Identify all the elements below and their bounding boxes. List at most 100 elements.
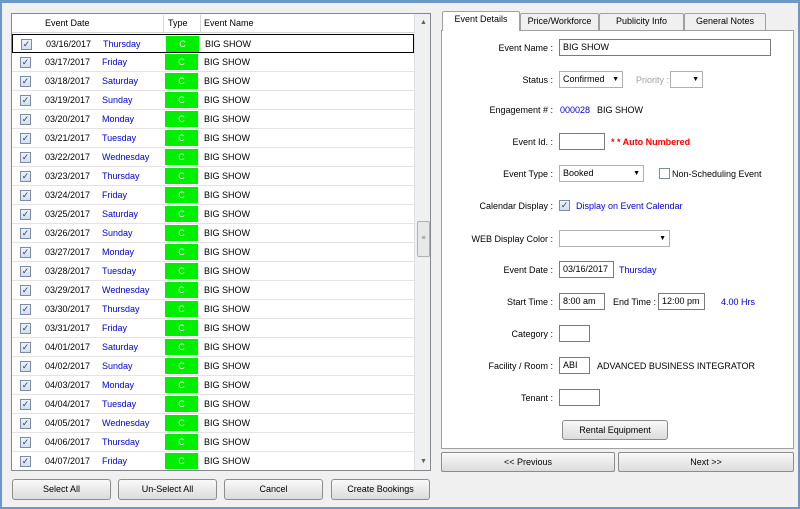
create-bookings-button[interactable]: Create Bookings	[331, 479, 430, 500]
table-row[interactable]: ✓ 04/05/2017 Wednesday C BIG SHOW	[12, 414, 414, 433]
header-type[interactable]: Type	[168, 18, 188, 28]
row-checkbox[interactable]: ✓	[20, 133, 31, 144]
table-row[interactable]: ✓ 04/04/2017 Tuesday C BIG SHOW	[12, 395, 414, 414]
row-event-name: BIG SHOW	[204, 133, 251, 143]
row-event-date: 03/26/2017	[45, 228, 91, 238]
row-event-day: Monday	[102, 247, 135, 257]
duration-hours: 4.00 Hrs	[721, 297, 756, 307]
event-date-field[interactable]: 03/16/2017	[559, 261, 614, 278]
row-checkbox[interactable]: ✓	[20, 95, 31, 106]
calendar-display-checkbox[interactable]: ✓	[559, 200, 570, 211]
row-checkbox[interactable]: ✓	[20, 418, 31, 429]
table-row[interactable]: ✓ 03/31/2017 Friday C BIG SHOW	[12, 319, 414, 338]
row-event-day: Sunday	[102, 228, 133, 238]
table-row[interactable]: ✓ 03/20/2017 Monday C BIG SHOW	[12, 110, 414, 129]
row-type-badge: C	[165, 149, 198, 165]
row-checkbox[interactable]: ✓	[20, 361, 31, 372]
row-checkbox[interactable]: ✓	[20, 437, 31, 448]
table-row[interactable]: ✓ 04/02/2017 Sunday C BIG SHOW	[12, 357, 414, 376]
start-time-field[interactable]: 8:00 am	[559, 293, 605, 310]
row-checkbox[interactable]: ✓	[20, 456, 31, 467]
row-checkbox[interactable]: ✓	[20, 57, 31, 68]
row-event-date: 04/02/2017	[45, 361, 91, 371]
header-event-name[interactable]: Event Name	[204, 18, 254, 28]
grid-scrollbar[interactable]: ▲ ≡ ▼	[414, 14, 430, 470]
table-row[interactable]: ✓ 03/23/2017 Thursday C BIG SHOW	[12, 167, 414, 186]
row-checkbox[interactable]: ✓	[20, 266, 31, 277]
table-row[interactable]: ✓ 04/03/2017 Monday C BIG SHOW	[12, 376, 414, 395]
row-checkbox[interactable]: ✓	[21, 39, 32, 50]
table-row[interactable]: ✓ 03/30/2017 Thursday C BIG SHOW	[12, 300, 414, 319]
table-row[interactable]: ✓ 03/29/2017 Wednesday C BIG SHOW	[12, 281, 414, 300]
facility-code-field[interactable]: ABI	[559, 357, 590, 374]
row-checkbox[interactable]: ✓	[20, 228, 31, 239]
table-row[interactable]: ✓ 03/27/2017 Monday C BIG SHOW	[12, 243, 414, 262]
select-all-button[interactable]: Select All	[12, 479, 111, 500]
row-checkbox[interactable]: ✓	[20, 399, 31, 410]
cancel-button[interactable]: Cancel	[224, 479, 323, 500]
row-checkbox[interactable]: ✓	[20, 285, 31, 296]
tab-event-details[interactable]: Event Details	[442, 11, 520, 31]
web-color-label: WEB Display Color :	[471, 234, 553, 244]
event-id-field[interactable]	[559, 133, 605, 150]
row-event-name: BIG SHOW	[204, 399, 251, 409]
engagement-number[interactable]: 000028	[560, 105, 590, 115]
table-row[interactable]: ✓ 03/19/2017 Sunday C BIG SHOW	[12, 91, 414, 110]
events-grid[interactable]: Event Date Type Event Name ✓ 03/16/2017 Th…	[11, 13, 431, 471]
web-color-select[interactable]: ▼	[559, 230, 670, 247]
rental-equipment-button[interactable]: Rental Equipment	[562, 420, 668, 440]
table-row[interactable]: ✓ 03/16/2017 Thursday C BIG SHOW	[12, 34, 414, 53]
check-icon: ✓	[21, 456, 30, 466]
category-field[interactable]	[559, 325, 590, 342]
row-checkbox[interactable]: ✓	[20, 323, 31, 334]
table-row[interactable]: ✓ 03/21/2017 Tuesday C BIG SHOW	[12, 129, 414, 148]
row-checkbox[interactable]: ✓	[20, 342, 31, 353]
event-date-label: Event Date :	[503, 265, 553, 275]
tab-price-workforce[interactable]: Price/Workforce	[520, 13, 599, 30]
chevron-down-icon: ▼	[659, 235, 666, 242]
row-event-day: Tuesday	[102, 133, 137, 143]
table-row[interactable]: ✓ 04/06/2017 Thursday C BIG SHOW	[12, 433, 414, 452]
table-row[interactable]: ✓ 04/07/2017 Friday C BIG SHOW	[12, 452, 414, 470]
tab-publicity-info[interactable]: Publicity Info	[599, 13, 684, 30]
unselect-all-button[interactable]: Un-Select All	[118, 479, 217, 500]
tab-general-notes[interactable]: General Notes	[684, 13, 766, 30]
next-button[interactable]: Next >>	[618, 452, 794, 472]
row-checkbox[interactable]: ✓	[20, 247, 31, 258]
row-event-name: BIG SHOW	[204, 342, 251, 352]
arrow-down-icon[interactable]: ▼	[415, 453, 430, 470]
row-checkbox[interactable]: ✓	[20, 380, 31, 391]
scroll-thumb[interactable]: ≡	[417, 221, 430, 257]
row-checkbox[interactable]: ✓	[20, 152, 31, 163]
status-select[interactable]: Confirmed ▼	[559, 71, 623, 88]
row-checkbox[interactable]: ✓	[20, 304, 31, 315]
event-day: Thursday	[619, 265, 657, 275]
row-event-day: Saturday	[102, 76, 139, 86]
row-checkbox[interactable]: ✓	[20, 209, 31, 220]
row-checkbox[interactable]: ✓	[20, 171, 31, 182]
table-row[interactable]: ✓ 03/25/2017 Saturday C BIG SHOW	[12, 205, 414, 224]
row-checkbox[interactable]: ✓	[20, 76, 31, 87]
priority-select[interactable]: ▼	[670, 71, 703, 88]
event-type-select[interactable]: Booked ▼	[559, 165, 644, 182]
end-time-field[interactable]: 12:00 pm	[658, 293, 705, 310]
row-checkbox[interactable]: ✓	[20, 190, 31, 201]
row-event-day: Friday	[102, 57, 128, 67]
table-row[interactable]: ✓ 03/24/2017 Friday C BIG SHOW	[12, 186, 414, 205]
table-row[interactable]: ✓ 03/28/2017 Tuesday C BIG SHOW	[12, 262, 414, 281]
check-icon: ✓	[21, 399, 30, 409]
row-checkbox[interactable]: ✓	[20, 114, 31, 125]
table-row[interactable]: ✓ 03/18/2017 Saturday C BIG SHOW	[12, 72, 414, 91]
previous-button[interactable]: << Previous	[441, 452, 615, 472]
arrow-up-icon[interactable]: ▲	[415, 14, 430, 31]
event-name-field[interactable]: BIG SHOW	[559, 39, 771, 56]
tenant-field[interactable]	[559, 389, 600, 406]
table-row[interactable]: ✓ 04/01/2017 Saturday C BIG SHOW	[12, 338, 414, 357]
table-row[interactable]: ✓ 03/26/2017 Sunday C BIG SHOW	[12, 224, 414, 243]
header-event-date[interactable]: Event Date	[45, 18, 90, 28]
table-row[interactable]: ✓ 03/17/2017 Friday C BIG SHOW	[12, 53, 414, 72]
non-scheduling-checkbox[interactable]	[659, 168, 670, 179]
row-event-date: 03/31/2017	[45, 323, 91, 333]
table-row[interactable]: ✓ 03/22/2017 Wednesday C BIG SHOW	[12, 148, 414, 167]
check-icon: ✓	[560, 200, 569, 210]
